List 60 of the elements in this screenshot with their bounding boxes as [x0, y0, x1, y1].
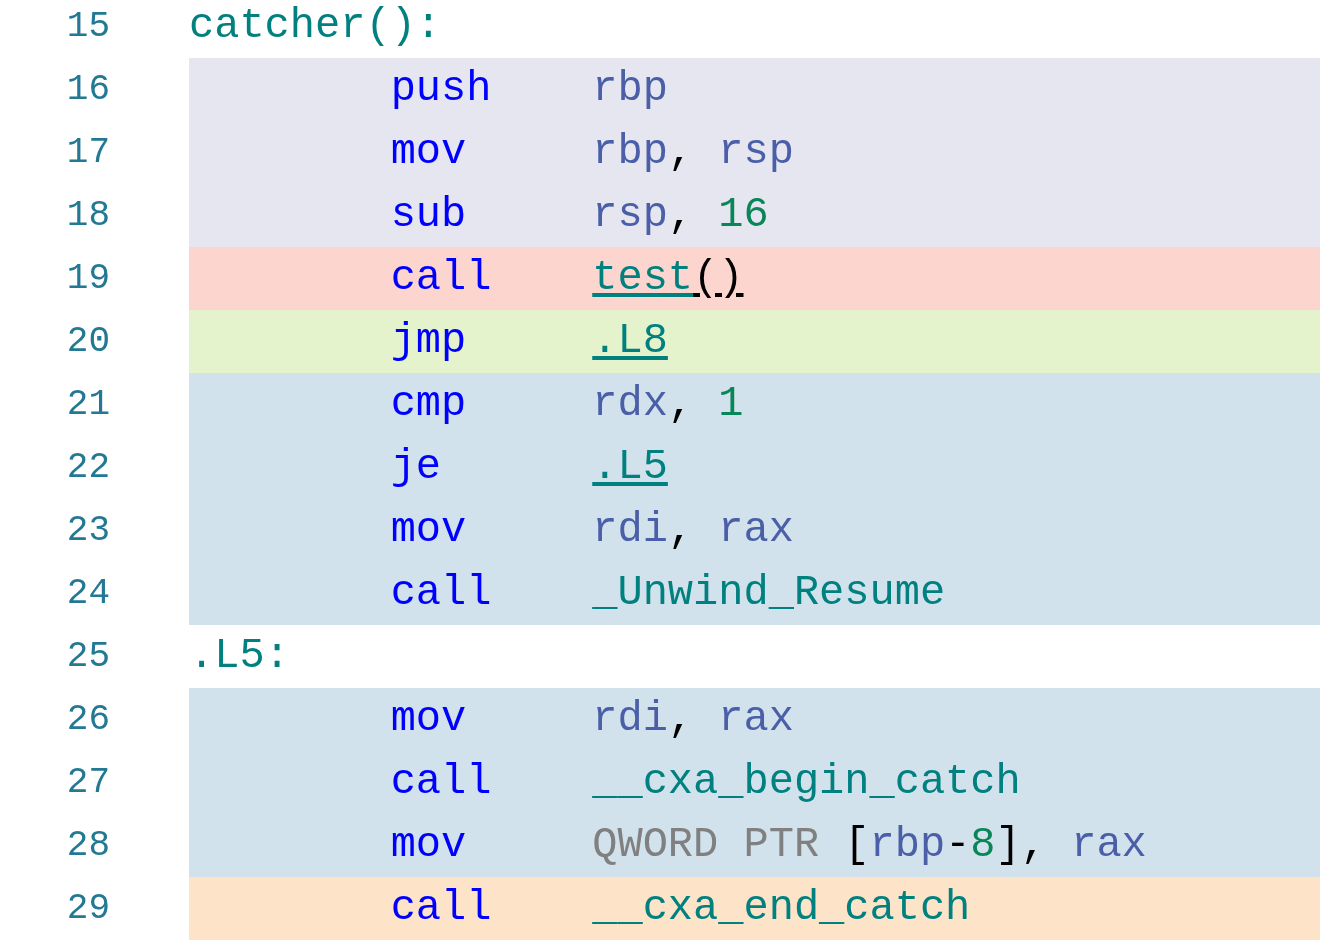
instruction-mnemonic: push: [390, 64, 493, 115]
size-keyword: QWORD PTR: [592, 820, 820, 871]
symbol-link[interactable]: .L5: [592, 436, 668, 499]
instruction-mnemonic: mov: [390, 505, 468, 556]
instruction-mnemonic: call: [390, 568, 493, 619]
punctuation: ],: [995, 820, 1047, 871]
instruction-mnemonic: call: [390, 757, 493, 808]
number-literal: 8: [970, 820, 996, 871]
instruction-mnemonic: jmp: [390, 316, 468, 367]
line-number: 19: [65, 256, 110, 301]
punctuation: [: [843, 820, 870, 871]
line-number: 26: [65, 697, 110, 742]
instruction-mnemonic: cmp: [390, 379, 468, 430]
line-number: 16: [65, 67, 110, 112]
instruction-mnemonic: mov: [390, 820, 468, 871]
instruction-mnemonic: sub: [390, 190, 468, 241]
register-operand: rbp: [592, 64, 668, 115]
register-operand: rax: [718, 694, 794, 745]
register-operand: rbp: [869, 820, 946, 871]
symbol-link[interactable]: .L8: [592, 310, 668, 373]
register-operand: rsp: [592, 190, 668, 241]
line-number: 17: [65, 130, 110, 175]
punctuation: ,: [667, 379, 695, 430]
instruction-mnemonic: call: [390, 253, 493, 304]
link-parentheses[interactable]: (): [693, 247, 744, 310]
punctuation: -: [945, 820, 971, 871]
line-number: 28: [65, 823, 110, 868]
register-operand: rdi: [592, 694, 668, 745]
register-operand: rbp: [592, 127, 668, 178]
instruction-mnemonic: mov: [390, 694, 468, 745]
line-number: 29: [65, 886, 110, 931]
label-name: catcher():: [189, 1, 442, 52]
symbol-name: __cxa_begin_catch: [592, 757, 1021, 808]
punctuation: ,: [667, 505, 695, 556]
line-number: 23: [65, 508, 110, 553]
line-number: 24: [65, 571, 110, 616]
instruction-mnemonic: call: [390, 883, 493, 934]
label-name: .L5:: [189, 631, 290, 682]
symbol-name: _Unwind_Resume: [592, 568, 946, 619]
punctuation: ,: [667, 190, 695, 241]
register-operand: rdi: [592, 505, 668, 556]
line-number: 22: [65, 445, 110, 490]
line-number: 21: [65, 382, 110, 427]
number-literal: 1: [718, 379, 744, 430]
register-operand: rdx: [592, 379, 668, 430]
line-number: 27: [65, 760, 110, 805]
register-operand: rax: [718, 505, 794, 556]
number-literal: 16: [718, 190, 769, 241]
line-number: 18: [65, 193, 110, 238]
line-number: 15: [65, 4, 110, 49]
register-operand: rsp: [718, 127, 794, 178]
punctuation: ,: [667, 694, 695, 745]
punctuation: ,: [667, 127, 695, 178]
instruction-mnemonic: je: [390, 442, 443, 493]
register-operand: rax: [1071, 820, 1147, 871]
instruction-mnemonic: mov: [390, 127, 468, 178]
symbol-name: __cxa_end_catch: [592, 883, 971, 934]
line-number: 20: [65, 319, 110, 364]
symbol-link[interactable]: test: [592, 247, 694, 310]
line-number: 25: [65, 634, 110, 679]
